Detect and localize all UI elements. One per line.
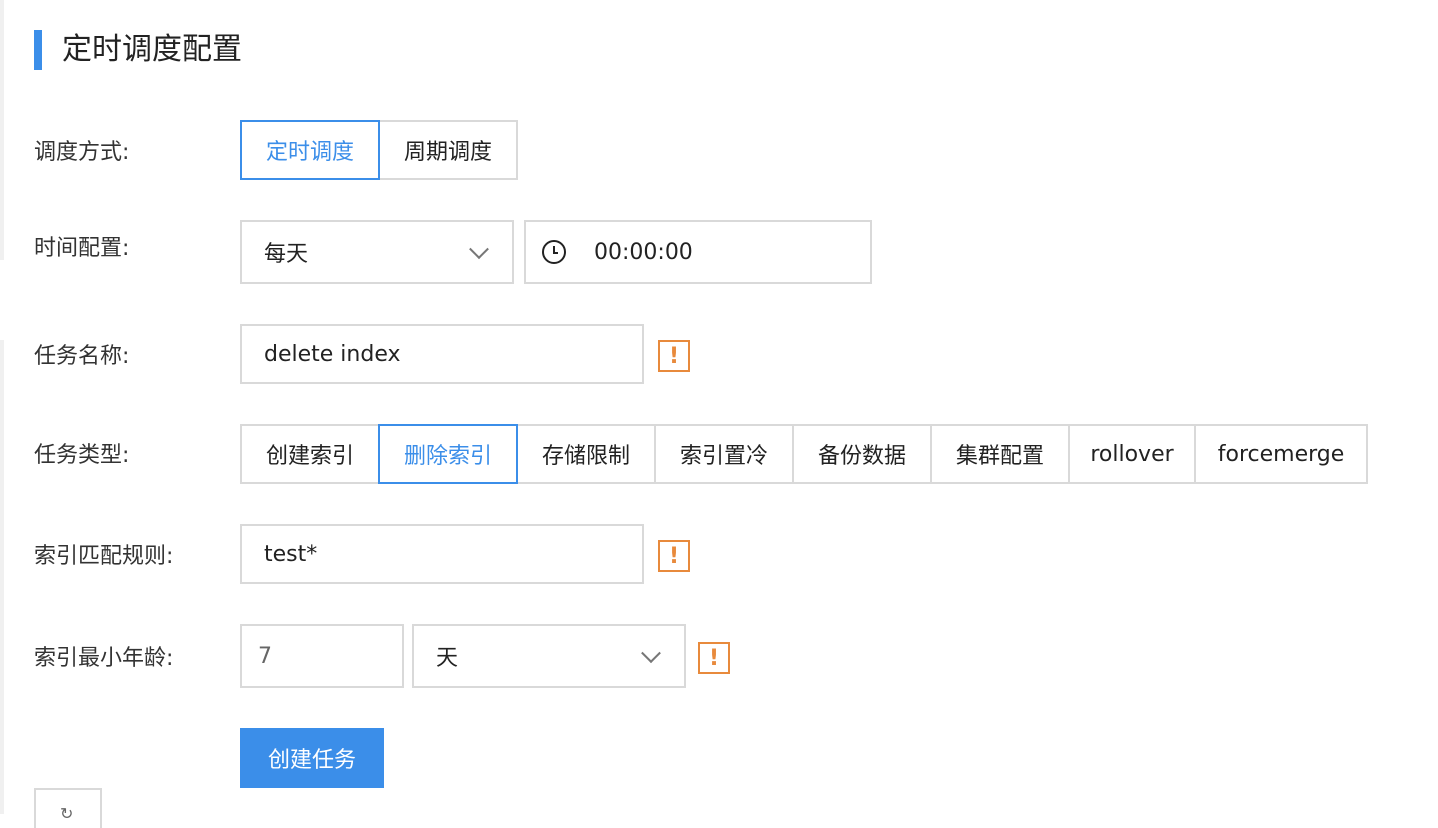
index-min-age-warning-icon: ! — [698, 642, 730, 674]
left-divider-top — [0, 0, 4, 260]
age-unit-value: 天 — [436, 646, 459, 671]
schedule-mode-periodic[interactable]: 周期调度 — [378, 120, 518, 180]
index-min-age-value: 7 — [258, 643, 272, 669]
time-value: 00:00:00 — [594, 239, 693, 265]
task-name-value: delete index — [264, 341, 401, 367]
index-min-age-label: 索引最小年龄: — [34, 646, 174, 671]
task-type-index-cold[interactable]: 索引置冷 — [654, 424, 794, 484]
index-pattern-label: 索引匹配规则: — [34, 544, 174, 569]
frequency-select[interactable]: 每天 — [240, 220, 514, 284]
chevron-down-icon — [641, 643, 661, 664]
task-type-cluster-config[interactable]: 集群配置 — [930, 424, 1070, 484]
index-pattern-warning-icon: ! — [658, 540, 690, 572]
index-min-age-input[interactable]: 7 — [240, 624, 404, 688]
chevron-down-icon — [469, 239, 489, 260]
index-pattern-value: test* — [264, 541, 318, 567]
create-task-button[interactable]: 创建任务 — [240, 728, 384, 788]
index-pattern-input[interactable]: test* — [240, 524, 644, 584]
schedule-mode-group: 定时调度 周期调度 — [240, 120, 518, 180]
age-unit-select[interactable]: 天 — [412, 624, 686, 688]
left-divider-bottom — [0, 340, 4, 814]
refresh-button[interactable]: ↻ — [34, 788, 102, 828]
task-type-storage-limit[interactable]: 存储限制 — [516, 424, 656, 484]
task-type-forcemerge[interactable]: forcemerge — [1194, 424, 1368, 484]
time-config-label: 时间配置: — [34, 236, 130, 261]
task-name-warning-icon: ! — [658, 340, 690, 372]
task-type-create-index[interactable]: 创建索引 — [240, 424, 380, 484]
time-picker[interactable]: 00:00:00 — [524, 220, 872, 284]
task-name-label: 任务名称: — [34, 344, 130, 369]
title-accent-bar — [34, 30, 42, 70]
task-type-group: 创建索引 删除索引 存储限制 索引置冷 备份数据 集群配置 rollover f… — [240, 424, 1368, 484]
task-type-delete-index[interactable]: 删除索引 — [378, 424, 518, 484]
page-title: 定时调度配置 — [62, 32, 242, 67]
schedule-mode-label: 调度方式: — [34, 140, 130, 165]
task-type-backup-data[interactable]: 备份数据 — [792, 424, 932, 484]
clock-icon — [542, 240, 566, 264]
frequency-value: 每天 — [264, 242, 309, 267]
schedule-mode-timed[interactable]: 定时调度 — [240, 120, 380, 180]
task-type-label: 任务类型: — [34, 443, 130, 468]
task-type-rollover[interactable]: rollover — [1068, 424, 1196, 484]
task-name-input[interactable]: delete index — [240, 324, 644, 384]
